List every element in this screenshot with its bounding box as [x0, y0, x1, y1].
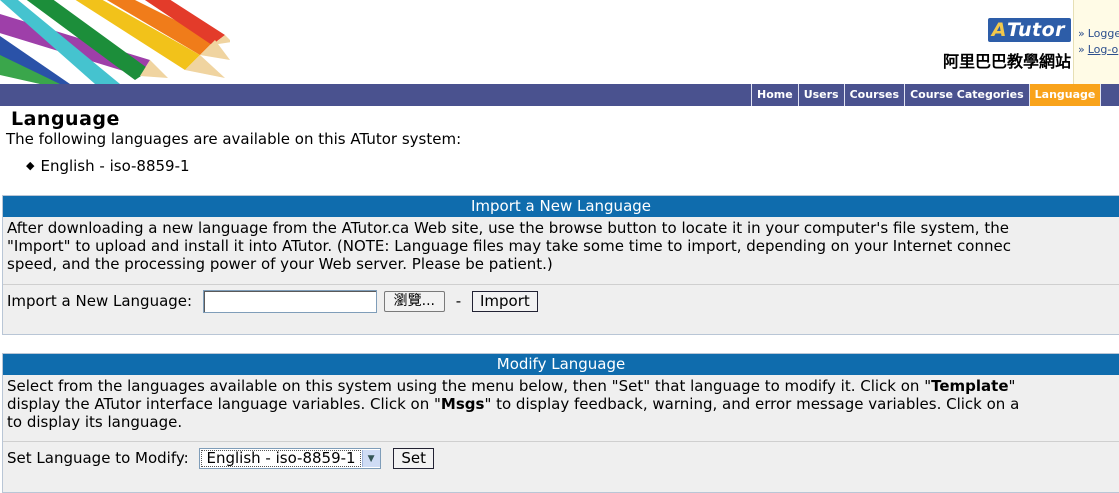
selected-language: English - iso-8859-1 — [201, 450, 361, 467]
tab-home[interactable]: Home — [751, 84, 798, 106]
modify-field-label: Set Language to Modify — [7, 449, 184, 467]
set-button[interactable]: Set — [393, 448, 434, 469]
double-arrow-icon: » — [1078, 43, 1085, 56]
list-item: ◆ English - iso-8859-1 — [26, 157, 190, 175]
panel-heading: Import a New Language — [3, 196, 1119, 217]
language-list: ◆ English - iso-8859-1 — [26, 157, 190, 175]
tab-course-categories[interactable]: Course Categories — [904, 84, 1029, 106]
separator: - — [455, 292, 462, 310]
colored-pencils-banner — [0, 0, 230, 84]
user-link-logged[interactable]: » Logge — [1074, 26, 1119, 42]
import-button[interactable]: Import — [472, 291, 538, 312]
import-language-panel: Import a New Language After downloading … — [2, 195, 1119, 335]
nav-tabs: Home Users Courses Course Categories Lan… — [751, 84, 1104, 106]
tab-edge — [1100, 84, 1104, 106]
import-field-label: Import a New Language — [7, 292, 188, 310]
site-name: 阿里巴巴教學網站 — [942, 52, 1071, 71]
user-links-box: » Logge » Log-o — [1073, 0, 1119, 84]
double-arrow-icon: » — [1078, 27, 1085, 40]
tab-courses[interactable]: Courses — [843, 84, 904, 106]
language-select[interactable]: English - iso-8859-1 ▼ — [199, 448, 381, 469]
page-header: ATutor 阿里巴巴教學網站 » Logge » Log-o — [0, 0, 1119, 84]
tab-language[interactable]: Language — [1028, 84, 1101, 106]
page-title: Language — [11, 108, 120, 130]
modify-row: Set Language to Modify: English - iso-88… — [3, 441, 1119, 493]
file-path-input[interactable] — [202, 290, 377, 313]
tab-users[interactable]: Users — [797, 84, 844, 106]
browse-button[interactable]: 瀏覽... — [383, 291, 446, 312]
panel-description: Select from the languages available on t… — [7, 377, 1020, 431]
chevron-down-icon[interactable]: ▼ — [361, 450, 380, 467]
panel-heading: Modify Language — [3, 354, 1119, 375]
brand-area: ATutor 阿里巴巴教學網站 — [943, 18, 1071, 72]
bullet-icon: ◆ — [26, 159, 35, 172]
modify-language-panel: Modify Language Select from the language… — [2, 353, 1119, 493]
atutor-logo[interactable]: ATutor — [987, 18, 1071, 42]
import-row: Import a New Language: 瀏覽... - Import — [3, 284, 1119, 335]
user-link-logout[interactable]: » Log-o — [1074, 42, 1119, 58]
panel-description: After downloading a new language from th… — [7, 219, 1011, 273]
intro-text: The following languages are available on… — [6, 130, 462, 148]
